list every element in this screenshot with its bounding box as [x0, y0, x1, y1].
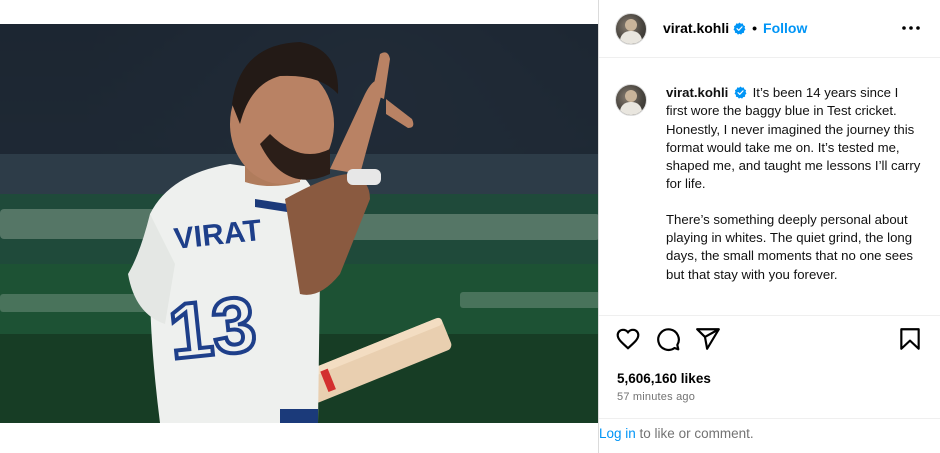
verified-badge-icon [734, 86, 747, 99]
post-photo-illustration: VIRAT 13 [0, 24, 598, 423]
actions-divider [599, 315, 940, 316]
header-user-row: virat.kohli • Follow [663, 20, 807, 36]
post-image[interactable]: VIRAT 13 [0, 24, 598, 423]
post-header: virat.kohli • Follow [599, 0, 940, 58]
login-prompt: Log in to like or comment. [599, 426, 940, 441]
avatar[interactable] [615, 13, 647, 45]
action-bar [599, 326, 940, 358]
username-link[interactable]: virat.kohli [663, 20, 729, 36]
caption-username[interactable]: virat.kohli [666, 85, 728, 100]
more-options-icon[interactable] [899, 16, 923, 40]
post-timestamp[interactable]: 57 minutes ago [617, 391, 695, 403]
verified-badge-icon [733, 22, 746, 35]
follow-button[interactable]: Follow [763, 20, 807, 36]
footer-divider [599, 418, 940, 419]
separator-dot: • [752, 20, 758, 36]
bookmark-icon[interactable] [897, 326, 923, 352]
svg-text:13: 13 [165, 279, 260, 376]
caption-text: virat.kohli It’s been 14 years since I f… [666, 84, 921, 284]
likes-count[interactable]: 5,606,160 likes [617, 371, 711, 386]
share-icon[interactable] [695, 326, 721, 352]
caption-avatar[interactable] [615, 84, 647, 116]
post-side-panel: virat.kohli • Follow virat.kohli It’s be [598, 0, 940, 453]
comment-icon[interactable] [655, 326, 681, 352]
caption-paragraph-2: There’s something deeply personal about … [666, 211, 914, 282]
caption-paragraph-1: It’s been 14 years since I first wore th… [666, 85, 921, 192]
heart-icon[interactable] [615, 326, 641, 352]
login-link[interactable]: Log in [599, 426, 636, 441]
login-suffix: to like or comment. [635, 426, 754, 441]
